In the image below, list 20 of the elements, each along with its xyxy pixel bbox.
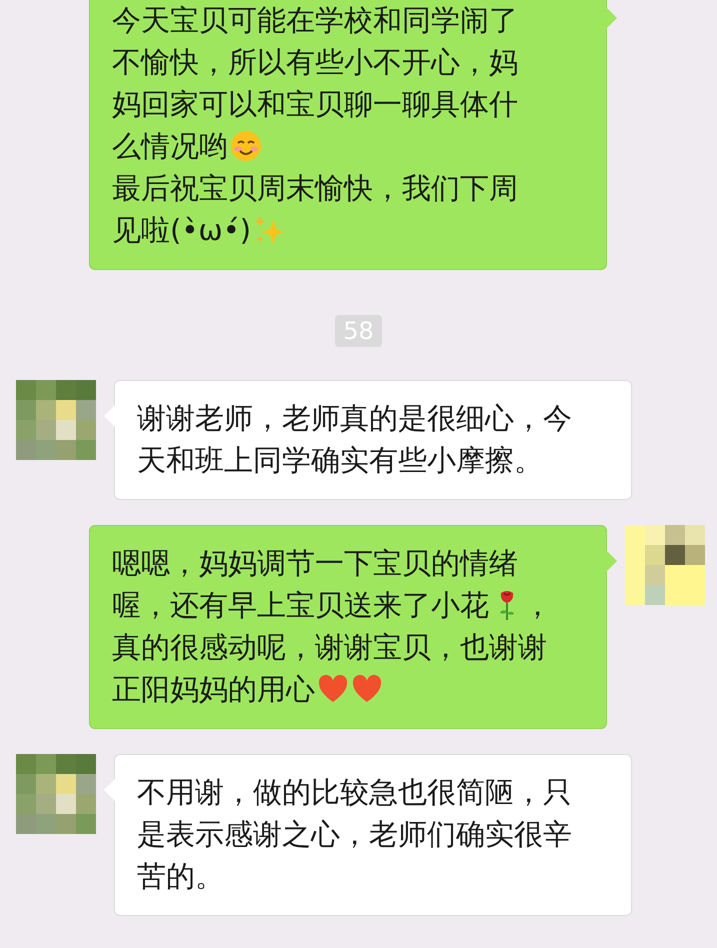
message-text: 苦的。 — [137, 858, 224, 895]
message-text: 正阳妈妈的用心 — [112, 671, 315, 708]
smiling-face-icon — [230, 130, 262, 162]
message-text: 谢谢老师，老师真的是很细心，今 — [137, 400, 572, 437]
message-text: 今天宝贝可能在学校和同学闹了 — [112, 2, 518, 39]
message-text: 嗯嗯，妈妈调节一下宝贝的情绪 — [112, 545, 518, 582]
message-text: 妈回家可以和宝贝聊一聊具体什 — [112, 86, 518, 123]
message-text: 不用谢，做的比较急也很简陋，只 — [137, 774, 572, 811]
message-text: 不愉快，所以有些小不开心，妈 — [112, 44, 518, 81]
message-text: ， — [523, 587, 552, 624]
message-text: 见啦(•̀ω•́) — [112, 212, 252, 249]
message-text: 最后祝宝贝周末愉快，我们下周 — [112, 170, 518, 207]
message-text: 么情况哟 — [112, 128, 228, 165]
message-text: 喔，还有早上宝贝送来了小花 — [112, 587, 489, 624]
message-text: 是表示感谢之心，老师们确实很辛 — [137, 816, 572, 853]
heart-icon — [317, 673, 349, 705]
message-text: 真的很感动呢，谢谢宝贝，也谢谢 — [112, 629, 547, 666]
sparkles-icon — [253, 214, 286, 246]
heart-icon — [351, 673, 383, 705]
message-text: 天和班上同学确实有些小摩擦。 — [137, 442, 543, 479]
